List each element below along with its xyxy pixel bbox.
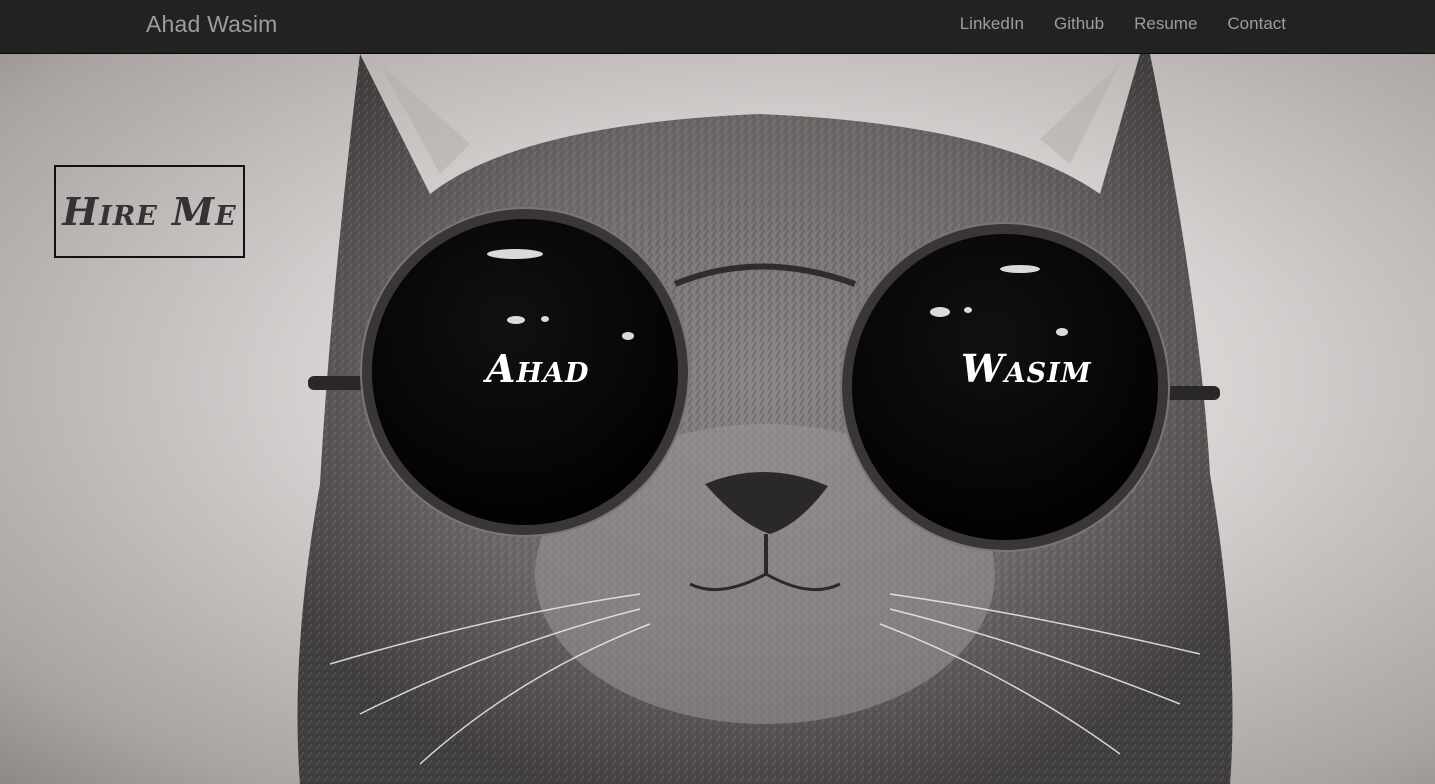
nav-link-contact[interactable]: Contact <box>1227 14 1286 33</box>
cat-image <box>297 54 1233 784</box>
lens-text-first-name: Ahad <box>486 346 590 391</box>
nav-item-contact: Contact <box>1227 14 1286 34</box>
nav-link-linkedin[interactable]: LinkedIn <box>960 14 1024 33</box>
nav-item-resume: Resume <box>1134 14 1197 34</box>
nav-link-github[interactable]: Github <box>1054 14 1104 33</box>
lens-text-last-name: Wasim <box>961 346 1092 391</box>
nav-item-github: Github <box>1054 14 1104 34</box>
nav-link-resume[interactable]: Resume <box>1134 14 1197 33</box>
right-ear <box>1040 64 1120 164</box>
brand-link[interactable]: Ahad Wasim <box>146 11 278 38</box>
hero-section: Hire Me Ahad Wasim <box>0 54 1435 784</box>
nav-item-linkedin: LinkedIn <box>960 14 1024 34</box>
hire-me-button[interactable]: Hire Me <box>54 165 245 258</box>
nav-links: LinkedIn Github Resume Contact <box>960 14 1286 34</box>
navbar: Ahad Wasim LinkedIn Github Resume Contac… <box>0 0 1435 54</box>
